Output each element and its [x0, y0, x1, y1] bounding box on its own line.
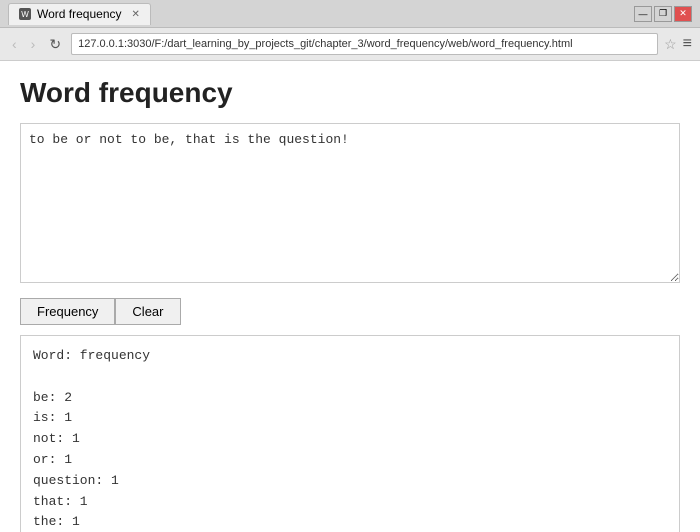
window-controls: — ❐ ✕: [634, 6, 692, 22]
bookmark-icon[interactable]: ☆: [664, 36, 677, 53]
close-button[interactable]: ✕: [674, 6, 692, 22]
tab-favicon: W: [19, 8, 31, 20]
forward-button[interactable]: ›: [27, 34, 40, 54]
output-area: Word: frequency be: 2 is: 1 not: 1 or: 1…: [20, 335, 680, 532]
minimize-button[interactable]: —: [634, 6, 652, 22]
button-row: Frequency Clear: [20, 298, 680, 325]
back-button[interactable]: ‹: [8, 34, 21, 54]
title-bar: W Word frequency ✕ — ❐ ✕: [0, 0, 700, 28]
refresh-button[interactable]: ↻: [45, 34, 65, 55]
menu-icon[interactable]: ≡: [683, 35, 692, 53]
text-input-area[interactable]: [20, 123, 680, 283]
tab-close-btn[interactable]: ✕: [132, 9, 140, 20]
tab-title: Word frequency: [37, 7, 122, 21]
browser-chrome: W Word frequency ✕ — ❐ ✕ ‹ › ↻ ☆ ≡: [0, 0, 700, 61]
page-title: Word frequency: [20, 77, 680, 109]
restore-button[interactable]: ❐: [654, 6, 672, 22]
page-content: Word frequency Frequency Clear Word: fre…: [0, 61, 700, 532]
address-bar: ‹ › ↻ ☆ ≡: [0, 28, 700, 60]
url-input[interactable]: [71, 33, 658, 55]
frequency-button[interactable]: Frequency: [20, 298, 115, 325]
browser-tab[interactable]: W Word frequency ✕: [8, 3, 151, 25]
clear-button[interactable]: Clear: [115, 298, 180, 325]
